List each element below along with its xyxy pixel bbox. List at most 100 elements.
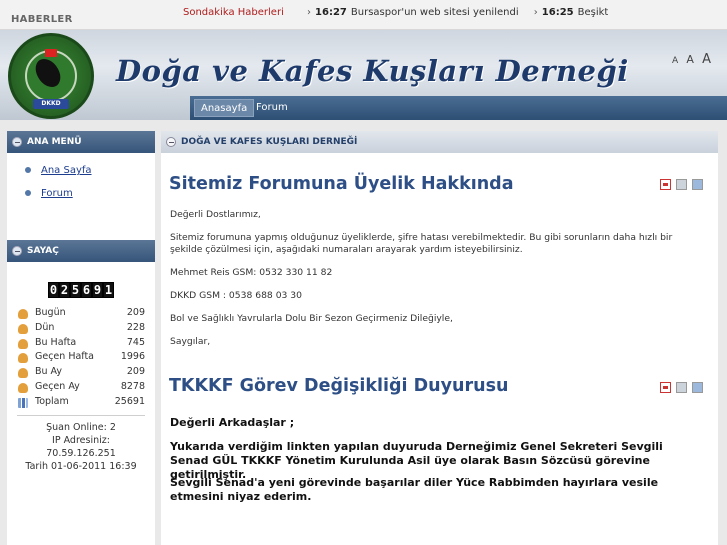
article-tools — [660, 179, 703, 190]
ticker-item[interactable]: ›16:25Beşiktaş futbol — [534, 7, 608, 18]
collapse-icon[interactable] — [12, 246, 22, 256]
stat-label: Bu Hafta — [35, 336, 77, 348]
main-nav: Anasayfa Forum — [190, 96, 727, 120]
flag-icon — [45, 49, 57, 57]
user-icon — [18, 382, 28, 393]
breaking-news-link[interactable]: Sondakika Haberleri — [183, 7, 284, 18]
pdf-icon[interactable] — [660, 382, 671, 393]
stat-row: Dün 228 — [18, 321, 145, 336]
print-icon[interactable] — [676, 179, 687, 190]
stat-value: 228 — [126, 321, 145, 333]
stat-row: Bu Ay 209 — [18, 365, 145, 380]
counter-digit: 5 — [70, 283, 81, 297]
collapse-icon[interactable] — [166, 137, 176, 147]
bullet-icon — [25, 167, 31, 173]
stat-value: 25691 — [114, 395, 145, 407]
right-gutter — [718, 131, 727, 545]
visitor-stats: Bugün 209 Dün 228 Bu Hafta 745 Geçen Hafta 1… — [7, 306, 155, 410]
email-icon[interactable] — [692, 179, 703, 190]
ticker-news: Sondakika Haberleri › 16:27 Bursaspor'un w… — [183, 7, 608, 23]
nav-item-anasayfa[interactable]: Anasayfa — [194, 99, 255, 117]
stat-row: Bu Hafta 745 — [18, 336, 145, 351]
online-count: Şuan Online: 2 — [46, 421, 116, 433]
article-paragraph: Sevgili Senad'a yeni görevinde başarılar… — [170, 476, 659, 503]
article-paragraph: Sitemiz forumuna yapmış olduğunuz üyelik… — [170, 232, 673, 255]
article-paragraph: Bol ve Sağlıklı Yavrularla Dolu Bir Sezo… — [170, 313, 453, 324]
divider — [17, 414, 145, 416]
main-content: DOĞA VE KAFES KUŞLARI DERNEĞİ Sitemiz Fo… — [161, 131, 718, 545]
article-paragraph: Değerli Dostlarımız, — [170, 209, 261, 220]
stat-label: Dün — [35, 321, 55, 333]
font-large-button[interactable]: A — [702, 52, 711, 67]
article-paragraph: Mehmet Reis GSM: 0532 330 11 82 — [170, 267, 333, 278]
ticker-time: 16:25 — [541, 7, 574, 18]
stat-row: Bugün 209 — [18, 306, 145, 321]
current-date: Tarih 01-06-2011 16:39 — [25, 460, 137, 472]
menu-item-ana-sayfa: Ana Sayfa — [25, 165, 155, 176]
counter-digit: 0 — [48, 283, 59, 297]
chart-icon — [18, 397, 28, 408]
article-paragraph: Değerli Arkadaşlar ; — [170, 416, 295, 429]
font-small-button[interactable]: A — [672, 56, 678, 66]
left-sidebar: ANA MENÜ Ana Sayfa Forum SAYAÇ 0 2 5 6 9… — [7, 131, 155, 545]
user-icon — [18, 353, 28, 364]
nav-item-forum[interactable]: Forum — [250, 99, 294, 117]
stat-label: Geçen Hafta — [35, 351, 95, 363]
counter-digit: 9 — [92, 283, 103, 297]
counter-digit: 6 — [81, 283, 92, 297]
user-icon — [18, 338, 28, 349]
ip-address: 70.59.126.251 — [46, 447, 116, 459]
article-tools — [660, 382, 703, 393]
main-menu: Ana Sayfa Forum — [7, 153, 155, 240]
user-icon — [18, 309, 28, 319]
stat-label: Toplam — [35, 395, 69, 407]
ticker-time: 16:27 — [315, 7, 347, 18]
site-logo[interactable]: DKKD — [8, 33, 94, 119]
article-title[interactable]: Sitemiz Forumuna Üyelik Hakkında — [169, 174, 514, 194]
stat-label: Bu Ay — [35, 366, 63, 378]
user-icon — [18, 323, 28, 334]
ticker-text: Beşiktaş futbol — [577, 7, 608, 18]
counter-module-header: SAYAÇ — [7, 240, 155, 262]
site-header: DKKD Doğa ve Kafes Kuşları Derneği A A A… — [0, 30, 727, 120]
bullet-icon — [25, 190, 31, 196]
font-medium-button[interactable]: A — [686, 53, 694, 66]
font-size-controls: A A A — [672, 52, 716, 67]
counter-digit: 1 — [103, 283, 114, 297]
article-title[interactable]: TKKKF Görev Değişikliği Duyurusu — [169, 376, 508, 396]
logo-badge: DKKD — [33, 99, 69, 109]
stat-value: 1996 — [120, 351, 145, 363]
stat-row: Geçen Hafta 1996 — [18, 350, 145, 365]
article-paragraph: Saygılar, — [170, 336, 211, 347]
user-icon — [18, 368, 28, 379]
menu-item-forum: Forum — [25, 188, 155, 199]
stat-value: 209 — [126, 307, 145, 318]
content-header: DOĞA VE KAFES KUŞLARI DERNEĞİ — [161, 131, 718, 153]
stat-value: 8278 — [120, 380, 145, 392]
ticker-item[interactable]: › 16:27 Bursaspor'un web sitesi yenilendi — [307, 7, 522, 18]
visitor-counter: 0 2 5 6 9 1 — [48, 282, 114, 298]
menu-module-title: ANA MENÜ — [27, 137, 82, 147]
content-title: DOĞA VE KAFES KUŞLARI DERNEĞİ — [181, 137, 358, 147]
visitor-info: Şuan Online: 2 IP Adresiniz: 70.59.126.2… — [7, 422, 155, 473]
arrow-icon: › — [307, 7, 312, 18]
stat-value: 745 — [126, 336, 145, 348]
menu-link-forum[interactable]: Forum — [41, 188, 73, 199]
pdf-icon[interactable] — [660, 179, 671, 190]
stat-label: Geçen Ay — [35, 380, 80, 392]
counter-module-title: SAYAÇ — [27, 246, 59, 256]
counter-digit: 2 — [59, 283, 70, 297]
menu-module-header: ANA MENÜ — [7, 131, 155, 153]
stat-value: 209 — [126, 366, 145, 378]
stat-label: Bugün — [35, 307, 66, 318]
menu-link-ana-sayfa[interactable]: Ana Sayfa — [41, 165, 92, 176]
print-icon[interactable] — [676, 382, 687, 393]
news-ticker: HABERLER Sondakika Haberleri › 16:27 Bursa… — [0, 0, 727, 30]
arrow-icon: › — [533, 7, 538, 18]
stat-row: Geçen Ay 8278 — [18, 380, 145, 395]
site-title: Doğa ve Kafes Kuşları Derneği — [116, 54, 629, 88]
stat-row: Toplam 25691 — [18, 395, 145, 410]
collapse-icon[interactable] — [12, 137, 22, 147]
email-icon[interactable] — [692, 382, 703, 393]
ip-label: IP Adresiniz: — [52, 434, 110, 446]
